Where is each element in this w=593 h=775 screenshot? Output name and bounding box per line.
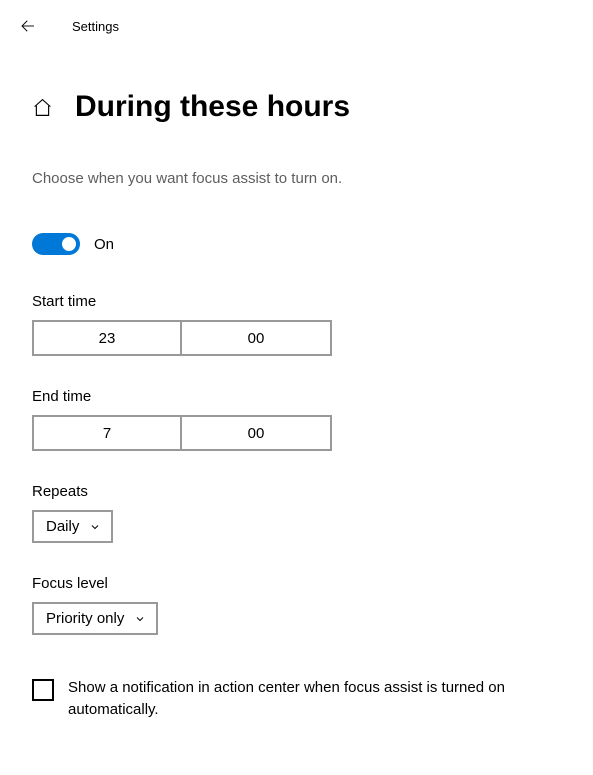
header-title: Settings: [72, 19, 119, 34]
page-title-row: During these hours: [32, 90, 561, 124]
focus-level-select[interactable]: Priority only: [32, 602, 158, 635]
back-button[interactable]: [8, 14, 48, 38]
start-time-label: Start time: [32, 293, 561, 310]
repeats-value: Daily: [46, 518, 79, 535]
toggle-knob: [62, 237, 76, 251]
end-time-label: End time: [32, 388, 561, 405]
end-time-hour[interactable]: 7: [32, 415, 182, 451]
focus-level-value: Priority only: [46, 610, 124, 627]
notification-checkbox-label: Show a notification in action center whe…: [68, 677, 548, 721]
end-time-picker: 7 00: [32, 415, 561, 451]
chevron-down-icon: [89, 521, 101, 533]
repeats-select[interactable]: Daily: [32, 510, 113, 543]
repeats-label: Repeats: [32, 483, 561, 500]
focus-level-label: Focus level: [32, 575, 561, 592]
page-title: During these hours: [75, 90, 350, 124]
home-icon[interactable]: [32, 97, 53, 118]
page-subtitle: Choose when you want focus assist to tur…: [32, 170, 561, 187]
start-time-picker: 23 00: [32, 320, 561, 356]
focus-assist-toggle[interactable]: [32, 233, 80, 255]
toggle-state-label: On: [94, 236, 114, 253]
end-time-minute[interactable]: 00: [182, 415, 332, 451]
start-time-hour[interactable]: 23: [32, 320, 182, 356]
notification-checkbox[interactable]: [32, 679, 54, 701]
back-arrow-icon: [19, 17, 37, 35]
chevron-down-icon: [134, 613, 146, 625]
header-bar: Settings: [0, 0, 593, 52]
start-time-minute[interactable]: 00: [182, 320, 332, 356]
